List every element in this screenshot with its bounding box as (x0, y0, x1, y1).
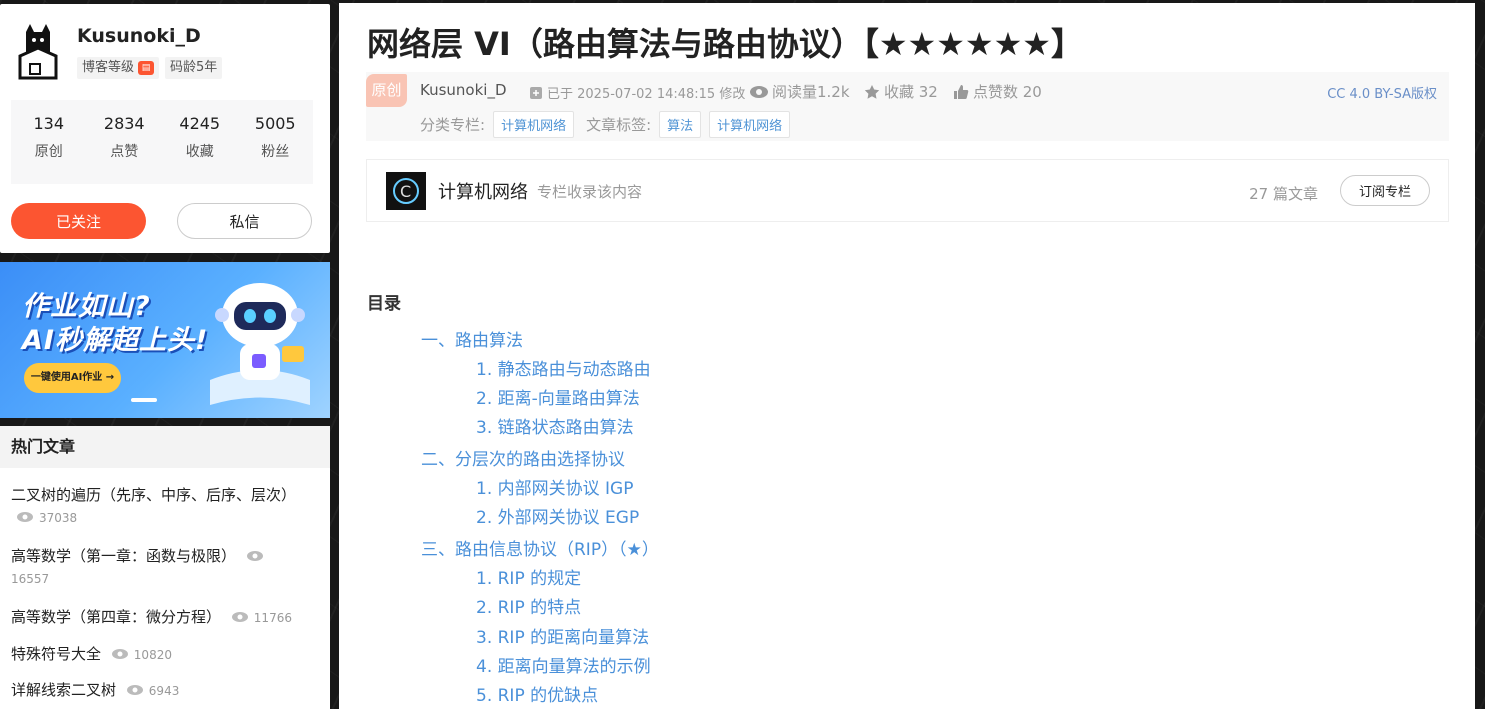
category-chip[interactable]: 计算机网络 (493, 111, 575, 138)
eye-icon (111, 648, 128, 659)
original-badge: 原创 (366, 74, 407, 107)
category-label: 分类专栏: (420, 116, 486, 134)
hot-articles-header: 热门文章 (0, 426, 330, 468)
toc-item[interactable]: 5. RIP 的优缺点 (476, 681, 598, 706)
banner-carousel-indicator[interactable] (131, 398, 157, 402)
article-likes[interactable]: 点赞数 20 (953, 81, 1042, 102)
column-cover-icon: C (393, 178, 419, 204)
follow-button[interactable]: 已关注 (11, 203, 146, 239)
toc-item[interactable]: 2. RIP 的特点 (476, 593, 581, 618)
hot-article-item[interactable]: 高等数学（第一章：函数与极限） 16557 (11, 545, 311, 590)
hot-article-item[interactable]: 详解线索二叉树 6943 (11, 679, 311, 702)
article-categories: 分类专栏: 计算机网络 文章标签: 算法 计算机网络 (420, 111, 791, 138)
message-button[interactable]: 私信 (177, 203, 312, 239)
column-article-count: 27 篇文章 (1249, 185, 1318, 203)
subscribe-column-button[interactable]: 订阅专栏 (1340, 175, 1430, 206)
eye-icon (17, 511, 33, 522)
blog-level-tag[interactable]: 博客等级 ▤ (77, 57, 160, 79)
tag-chip[interactable]: 算法 (659, 111, 702, 138)
eye-icon (750, 85, 768, 98)
stat-fans[interactable]: 5005 粉丝 (240, 114, 310, 184)
edit-time-icon (530, 86, 542, 99)
svg-text:C: C (400, 182, 411, 201)
column-info: C 计算机网络 专栏收录该内容 27 篇文章 订阅专栏 (366, 159, 1449, 222)
article-title: 网络层 VI（路由算法与路由协议）【★★★★★★】 (367, 25, 1083, 63)
stat-original[interactable]: 134 原创 (14, 114, 84, 184)
level-icon: ▤ (138, 61, 155, 75)
toc-item[interactable]: 3. 链路状态路由算法 (476, 413, 634, 438)
code-age-tag: 码龄5年 (165, 57, 223, 79)
article-favorites[interactable]: 收藏 32 (864, 81, 938, 102)
stat-likes[interactable]: 2834 点赞 (89, 114, 159, 184)
toc-item[interactable]: 4. 距离向量算法的示例 (476, 652, 651, 677)
robot-mascot-icon (210, 283, 310, 405)
hot-article-item[interactable]: 高等数学（第四章：微分方程） 11766 (11, 606, 311, 629)
toc-item[interactable]: 1. 静态路由与动态路由 (476, 355, 651, 380)
author-profile-card: Kusunoki_D 博客等级 ▤ 码龄5年 134 原创 2834 点赞 42… (0, 4, 330, 253)
column-name[interactable]: 计算机网络 (438, 178, 528, 204)
username[interactable]: Kusunoki_D (77, 25, 201, 47)
eye-icon (126, 684, 143, 695)
toc-item[interactable]: 2. 外部网关协议 EGP (476, 503, 639, 528)
hot-article-item[interactable]: 二叉树的遍历（先序、中序、后序、层次） 37038 (11, 484, 311, 529)
eye-icon (231, 611, 248, 622)
tag-chip[interactable]: 计算机网络 (709, 111, 791, 138)
stat-favorites[interactable]: 4245 收藏 (165, 114, 235, 184)
thumbs-up-icon (954, 84, 969, 99)
column-subtitle: 专栏收录该内容 (537, 183, 643, 201)
eye-icon (246, 550, 263, 561)
tags-label: 文章标签: (586, 116, 652, 134)
article-update-time: 已于 2025-07-02 14:48:15 修改 (529, 83, 745, 102)
license-link[interactable]: CC 4.0 BY-SA版权 (1327, 83, 1437, 102)
toc-item[interactable]: 1. RIP 的规定 (476, 564, 581, 589)
banner-subheadline: AI秒解超上头! (22, 325, 209, 356)
avatar[interactable] (16, 24, 60, 80)
toc-item[interactable]: 一、路由算法 (421, 326, 523, 351)
profile-stats: 134 原创 2834 点赞 4245 收藏 5005 粉丝 (11, 100, 313, 184)
toc-item[interactable]: 2. 距离-向量路由算法 (476, 384, 640, 409)
toc-item[interactable]: 三、路由信息协议（RIP）（★） (421, 535, 659, 560)
profile-badges: 博客等级 ▤ 码龄5年 (77, 57, 223, 79)
article-container: 网络层 VI（路由算法与路由协议）【★★★★★★】 原创 Kusunoki_D … (339, 3, 1475, 709)
article-reads: 阅读量1.2k (750, 81, 850, 102)
toc-item[interactable]: 1. 内部网关协议 IGP (476, 474, 633, 499)
banner-cta-button[interactable]: 一键使用AI作业 → (24, 363, 121, 393)
hot-article-item[interactable]: 特殊符号大全 10820 (11, 643, 311, 666)
toc-item[interactable]: 3. RIP 的距离向量算法 (476, 623, 649, 648)
star-icon (864, 84, 880, 99)
column-cover-image[interactable]: C (386, 172, 426, 210)
toc-title: 目录 (367, 294, 401, 314)
toc-item[interactable]: 二、分层次的路由选择协议 (421, 445, 625, 470)
article-meta: 原创 Kusunoki_D 已于 2025-07-02 14:48:15 修改 … (366, 72, 1449, 141)
article-author[interactable]: Kusunoki_D (420, 81, 507, 99)
